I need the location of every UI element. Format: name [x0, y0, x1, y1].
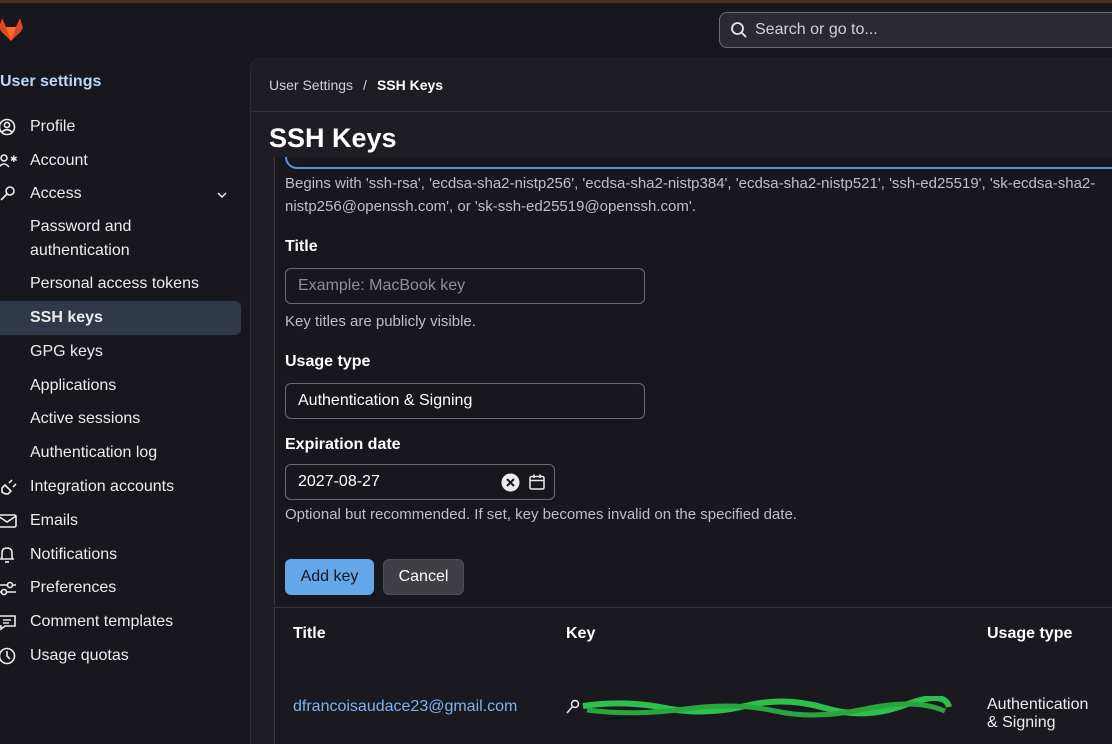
column-header-usage-type: Usage type	[987, 625, 1073, 642]
sidebar-title[interactable]: User settings	[0, 73, 101, 91]
chevron-down-icon[interactable]	[216, 189, 228, 201]
expiration-date-value: 2027-08-27	[298, 473, 380, 490]
key-format-hint: Begins with 'ssh-rsa', 'ecdsa-sha2-nistp…	[285, 172, 1112, 218]
key-icon	[0, 186, 15, 202]
sidebar-item-integration-accounts[interactable]: Integration accounts	[0, 470, 250, 504]
key-usage-type-line1: Authentication	[987, 696, 1089, 713]
preferences-icon	[0, 582, 16, 596]
sidebar-item-label: Usage quotas	[30, 647, 129, 665]
add-key-button[interactable]: Add key	[285, 559, 374, 595]
search-placeholder: Search or go to...	[755, 21, 878, 38]
sidebar-item-label: Applications	[30, 376, 117, 394]
key-format-hint-line1: Begins with 'ssh-rsa', 'ecdsa-sha2-nistp…	[285, 175, 1096, 192]
plug-icon	[1, 479, 17, 495]
sidebar-item-access[interactable]: Access	[0, 178, 250, 212]
sidebar-item-profile[interactable]: Profile	[0, 110, 250, 144]
add-key-form: Begins with 'ssh-rsa', 'ecdsa-sha2-nistp…	[274, 157, 1112, 605]
header-divider	[251, 111, 1112, 112]
key-usage-type-line2: & Signing	[987, 714, 1056, 731]
sidebar-item-auth-log[interactable]: Authentication log	[0, 436, 250, 470]
title-label: Title	[285, 238, 318, 255]
title-hint: Key titles are publicly visible.	[285, 313, 476, 330]
usage-type-value: Authentication & Signing	[298, 392, 473, 409]
usage-type-select[interactable]: Authentication & Signing	[285, 383, 645, 419]
key-usage-type: Authentication & Signing	[987, 696, 1088, 732]
gitlab-logo-icon[interactable]	[0, 14, 24, 44]
sidebar-item-label: Personal access tokens	[30, 275, 199, 293]
sidebar-item-label: Account	[30, 151, 88, 169]
account-icon: ✱	[0, 153, 18, 168]
mail-icon	[0, 514, 17, 528]
sidebar-item-label: Access	[30, 185, 82, 203]
comment-icon	[0, 615, 16, 631]
sidebar-item-label: Comment templates	[30, 613, 174, 631]
title-input[interactable]	[298, 277, 644, 295]
expiration-label: Expiration date	[285, 436, 401, 453]
svg-text:✱: ✱	[10, 155, 18, 165]
title-field[interactable]	[285, 268, 645, 304]
sidebar-item-applications[interactable]: Applications	[0, 369, 250, 403]
expiration-hint: Optional but recommended. If set, key be…	[285, 506, 797, 523]
calendar-icon[interactable]	[528, 473, 546, 491]
key-textarea-edge[interactable]	[285, 157, 1112, 169]
expiration-date-field[interactable]: 2027-08-27	[285, 464, 555, 500]
column-header-key: Key	[566, 625, 596, 642]
redacted-key-scribble	[566, 695, 952, 721]
sidebar-item-access-tokens[interactable]: Personal access tokens	[0, 267, 250, 301]
key-title-link[interactable]: dfrancoisaudace23@gmail.com	[293, 698, 517, 716]
sidebar-item-active-sessions[interactable]: Active sessions	[0, 403, 250, 437]
sidebar-item-password-auth[interactable]: Password and authentication	[0, 211, 250, 267]
sidebar-item-comment-templates[interactable]: Comment templates	[0, 605, 250, 639]
sidebar-item-account[interactable]: ✱ Account	[0, 144, 250, 178]
key-fingerprint-cell	[565, 695, 955, 726]
profile-icon	[0, 118, 16, 136]
sidebar-item-gpg-keys[interactable]: GPG keys	[0, 335, 250, 369]
sidebar-item-emails[interactable]: Emails	[0, 504, 250, 538]
sidebar-item-label: Password and authentication	[30, 218, 132, 260]
top-border	[0, 0, 1112, 3]
clear-date-icon[interactable]	[501, 473, 520, 492]
breadcrumb-separator: /	[363, 77, 367, 93]
sidebar-nav: Profile ✱ Account Access Password and au…	[0, 110, 250, 673]
sidebar-item-label: Active sessions	[30, 410, 141, 428]
sidebar-item-preferences[interactable]: Preferences	[0, 572, 250, 606]
sidebar-item-label: SSH keys	[30, 309, 103, 327]
breadcrumb-parent[interactable]: User Settings	[269, 77, 353, 93]
page-title: SSH Keys	[269, 123, 397, 153]
search-icon	[731, 22, 747, 38]
cancel-button[interactable]: Cancel	[383, 559, 464, 595]
sidebar-item-label: Integration accounts	[30, 478, 175, 496]
sidebar: User settings Profile ✱ Account Access P…	[0, 56, 250, 744]
column-header-title: Title	[293, 625, 326, 642]
sidebar-item-usage-quotas[interactable]: Usage quotas	[0, 639, 250, 673]
breadcrumb-current[interactable]: SSH Keys	[377, 77, 443, 93]
sidebar-item-label: Emails	[30, 511, 79, 529]
main-panel: User Settings / SSH Keys SSH Keys Begins…	[250, 57, 1112, 744]
sidebar-item-label: Profile	[30, 117, 76, 135]
sidebar-item-notifications[interactable]: Notifications	[0, 538, 250, 572]
search-box[interactable]: Search or go to...	[719, 12, 1112, 48]
sidebar-item-label: Authentication log	[30, 444, 158, 462]
breadcrumb: User Settings / SSH Keys	[269, 77, 443, 93]
ssh-keys-table: Title Key Usage type dfrancoisaudace23@g…	[274, 607, 1112, 744]
sidebar-item-label: Preferences	[30, 579, 117, 597]
key-format-hint-line2: nistp256@openssh.com', or 'sk-ssh-ed2551…	[285, 198, 696, 215]
usage-type-label: Usage type	[285, 353, 371, 370]
sidebar-item-label: GPG keys	[30, 342, 103, 360]
quota-icon	[0, 647, 16, 665]
sidebar-item-ssh-keys[interactable]: SSH keys	[0, 301, 241, 335]
sidebar-item-label: Notifications	[30, 545, 118, 563]
bell-icon	[0, 546, 15, 563]
